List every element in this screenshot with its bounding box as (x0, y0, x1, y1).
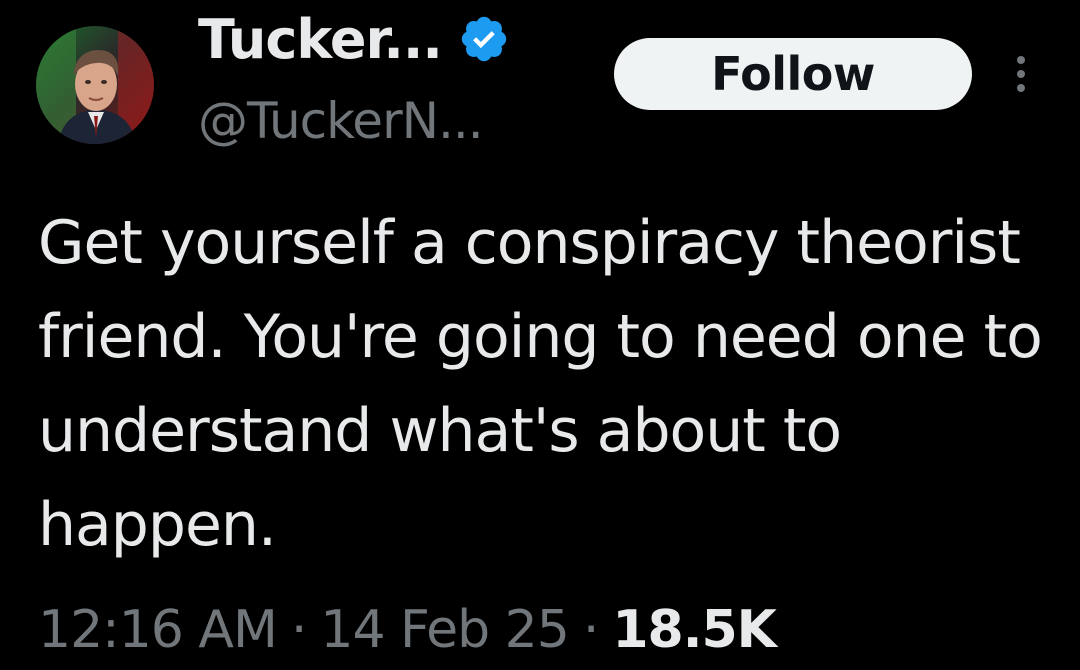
meta-separator: · (582, 600, 600, 660)
profile-photo (36, 26, 154, 144)
follow-button[interactable]: Follow (614, 38, 972, 110)
author-handle[interactable]: @TuckerN... (198, 92, 484, 150)
tweet-time[interactable]: 12:16 AM (38, 600, 278, 660)
author-name-row[interactable]: Tucker... (198, 4, 510, 74)
tweet-date[interactable]: 14 Feb 25 (320, 600, 569, 660)
views-count[interactable]: 18.5K (612, 600, 777, 660)
verified-badge-icon[interactable] (458, 13, 510, 65)
meta-separator: · (290, 600, 308, 660)
author-avatar[interactable] (36, 26, 154, 144)
more-options-icon[interactable] (1004, 52, 1038, 96)
tweet-meta: 12:16 AM · 14 Feb 25 · 18.5K (38, 590, 777, 670)
tweet-card: Tucker... @TuckerN... Follow Get yoursel… (0, 0, 1080, 669)
tweet-text: Get yourself a conspiracy theorist frien… (38, 208, 1043, 560)
author-display-name[interactable]: Tucker... (198, 8, 443, 71)
